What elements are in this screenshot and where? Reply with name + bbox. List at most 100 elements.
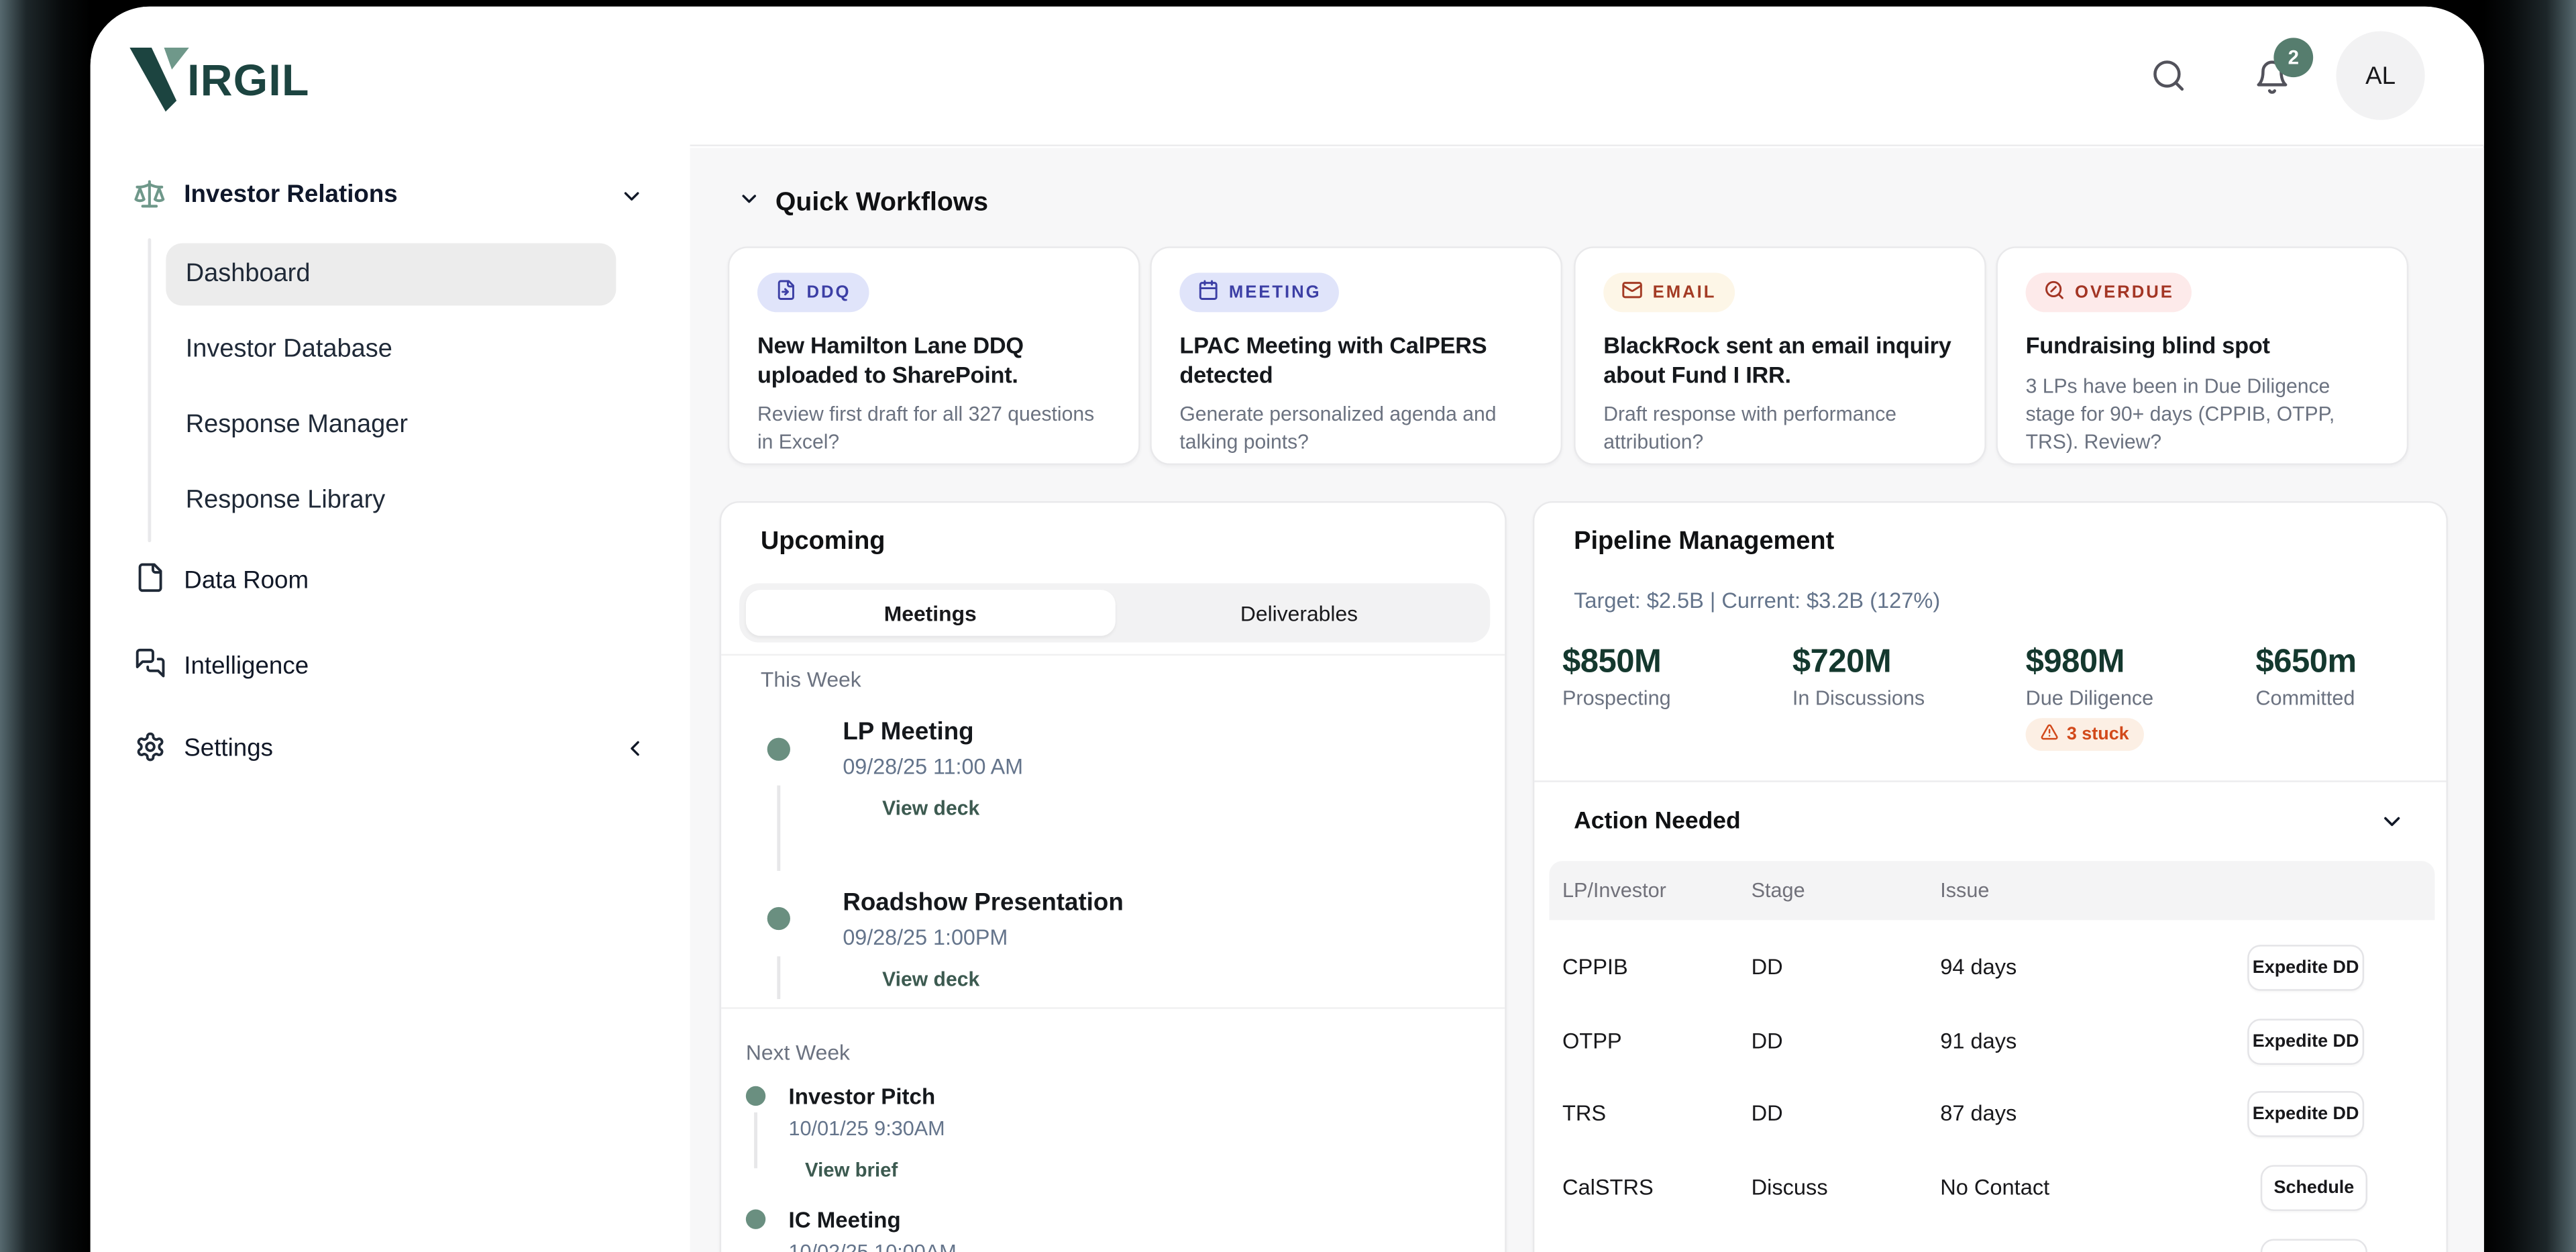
divider: [721, 654, 1505, 656]
event-datetime: 09/28/25 11:00 AM: [843, 754, 1023, 779]
workflow-card-ddq[interactable]: DDQ New Hamilton Lane DDQ uploaded to Sh…: [728, 246, 1140, 465]
mail-icon: [1621, 279, 1643, 305]
upcoming-card: Upcoming Meetings Deliverables This Week…: [720, 501, 1507, 1252]
group-label-next-week: Next Week: [746, 1040, 850, 1065]
tab-deliverables[interactable]: Deliverables: [1115, 590, 1484, 636]
upcoming-tabs: Meetings Deliverables: [739, 583, 1490, 642]
meeting-badge: MEETING: [1179, 273, 1339, 313]
workflow-card-meeting[interactable]: MEETING LPAC Meeting with CalPERS detect…: [1150, 246, 1562, 465]
stat-discussions-value: $720M: [1792, 644, 1891, 682]
divider: [721, 1007, 1505, 1008]
timeline-dot: [746, 1086, 765, 1106]
sidebar-item-data-room[interactable]: Data Room: [184, 567, 309, 595]
column-lp-investor: LP/Investor: [1562, 879, 1666, 902]
view-deck-link[interactable]: View deck: [882, 968, 979, 990]
file-output-icon: [775, 279, 797, 305]
chevron-down-icon[interactable]: [2379, 808, 2405, 843]
event-title: IC Meeting: [789, 1208, 901, 1233]
sidebar-item-response-library[interactable]: Response Library: [166, 470, 616, 532]
stat-committed-label: Committed: [2255, 687, 2355, 710]
expedite-dd-button[interactable]: Expedite DD: [2247, 1091, 2364, 1137]
cell-stage: Discuss: [1752, 1175, 1828, 1200]
sidebar-group-investor-relations[interactable]: Investor Relations: [184, 180, 397, 209]
cell-investor: CalSTRS: [1562, 1175, 1654, 1200]
workflow-card-description: Draft response with performance attribut…: [1603, 401, 1957, 458]
schedule-button[interactable]: Schedule: [2261, 1165, 2367, 1211]
workflow-card-email[interactable]: EMAIL BlackRock sent an email inquiry ab…: [1574, 246, 1986, 465]
timeline-dot: [767, 907, 790, 930]
column-stage: Stage: [1752, 879, 1805, 902]
expedite-dd-button[interactable]: Expedite DD: [2247, 1019, 2364, 1065]
stat-due-diligence-label: Due Diligence: [2026, 687, 2154, 710]
workflow-card-overdue[interactable]: OVERDUE Fundraising blind spot 3 LPs hav…: [1996, 246, 2409, 465]
timeline-dot: [746, 1209, 765, 1229]
ddq-badge: DDQ: [757, 273, 869, 313]
sidebar-item-intelligence[interactable]: Intelligence: [184, 652, 309, 680]
divider: [1534, 780, 2446, 782]
quick-workflows-header: Quick Workflows: [738, 187, 989, 219]
stuck-warning-label: 3 stuck: [2067, 725, 2129, 744]
notification-count-badge[interactable]: 2: [2273, 38, 2313, 77]
workflow-card-title: Fundraising blind spot: [2026, 332, 2379, 361]
expedite-dd-button[interactable]: Expedite DD: [2247, 945, 2364, 991]
chevron-left-icon[interactable]: [623, 736, 647, 769]
app-window: IRGIL Investor Relations Dashboard Inves…: [91, 7, 2484, 1252]
stat-due-diligence-value: $980M: [2026, 644, 2125, 682]
cell-investor: TRS: [1562, 1101, 1606, 1126]
scales-icon: [133, 177, 166, 218]
workflow-card-title: BlackRock sent an email inquiry about Fu…: [1603, 332, 1957, 390]
stuck-warning-badge: 3 stuck: [2026, 718, 2144, 751]
pipeline-card: Pipeline Management Target: $2.5B | Curr…: [1533, 501, 2448, 1252]
search-icon[interactable]: [2151, 58, 2187, 102]
stat-prospecting-value: $850M: [1562, 644, 1661, 682]
virgil-wordmark: IRGIL: [187, 56, 309, 107]
sidebar-item-investor-database[interactable]: Investor Database: [166, 319, 616, 381]
table-header: [1549, 861, 2434, 920]
desktop-background: IRGIL Investor Relations Dashboard Inves…: [0, 0, 2576, 1252]
workflow-card-title: New Hamilton Lane DDQ uploaded to ShareP…: [757, 332, 1111, 390]
cell-stage: DD: [1752, 1101, 1783, 1126]
workflow-card-title: LPAC Meeting with CalPERS detected: [1179, 332, 1533, 390]
pipeline-target: Target: $2.5B | Current: $3.2B (127%): [1574, 588, 1940, 613]
upcoming-title: Upcoming: [761, 527, 885, 557]
avatar[interactable]: AL: [2336, 32, 2424, 120]
workflow-card-description: 3 LPs have been in Due Diligence stage f…: [2026, 372, 2379, 457]
event-datetime: 09/28/25 1:00PM: [843, 925, 1008, 950]
email-badge: EMAIL: [1603, 273, 1734, 313]
partial-row-button[interactable]: [2261, 1239, 2367, 1252]
badge-label: MEETING: [1229, 282, 1322, 302]
chat-bubbles-icon: [135, 647, 166, 687]
badge-label: OVERDUE: [2075, 282, 2174, 302]
event-datetime: 10/01/25 9:30AM: [789, 1117, 945, 1140]
chevron-down-icon[interactable]: [738, 187, 761, 219]
sidebar-item-dashboard[interactable]: Dashboard: [166, 243, 616, 305]
calendar-icon: [1197, 279, 1219, 305]
sidebar-item-response-manager[interactable]: Response Manager: [166, 395, 616, 457]
workflow-card-description: Review first draft for all 327 questions…: [757, 401, 1111, 458]
cell-issue: No Contact: [1940, 1175, 2049, 1200]
view-deck-link[interactable]: View deck: [882, 797, 979, 820]
overdue-badge: OVERDUE: [2026, 273, 2192, 313]
timeline-dot: [767, 738, 790, 761]
cell-investor: OTPP: [1562, 1029, 1622, 1053]
search-slash-icon: [2044, 279, 2065, 305]
badge-label: DDQ: [806, 282, 851, 302]
event-datetime: 10/02/25 10:00AM: [789, 1241, 957, 1252]
cell-issue: 94 days: [1940, 955, 2017, 980]
cell-stage: DD: [1752, 955, 1783, 980]
timeline-connector: [777, 786, 780, 871]
workflow-card-description: Generate personalized agenda and talking…: [1179, 401, 1533, 458]
chevron-down-icon[interactable]: [619, 184, 644, 217]
group-label-this-week: This Week: [761, 667, 861, 692]
virgil-logo: IRGIL: [128, 46, 310, 120]
quick-workflows-title: Quick Workflows: [775, 188, 988, 217]
action-needed-title: Action Needed: [1574, 808, 1741, 835]
column-issue: Issue: [1940, 879, 1989, 902]
sidebar-item-settings[interactable]: Settings: [184, 735, 273, 763]
view-brief-link[interactable]: View brief: [805, 1159, 898, 1182]
timeline-connector: [754, 1112, 757, 1168]
cell-issue: 87 days: [1940, 1101, 2017, 1126]
event-title: Investor Pitch: [789, 1084, 936, 1109]
tab-meetings[interactable]: Meetings: [746, 590, 1115, 636]
cell-issue: 91 days: [1940, 1029, 2017, 1053]
